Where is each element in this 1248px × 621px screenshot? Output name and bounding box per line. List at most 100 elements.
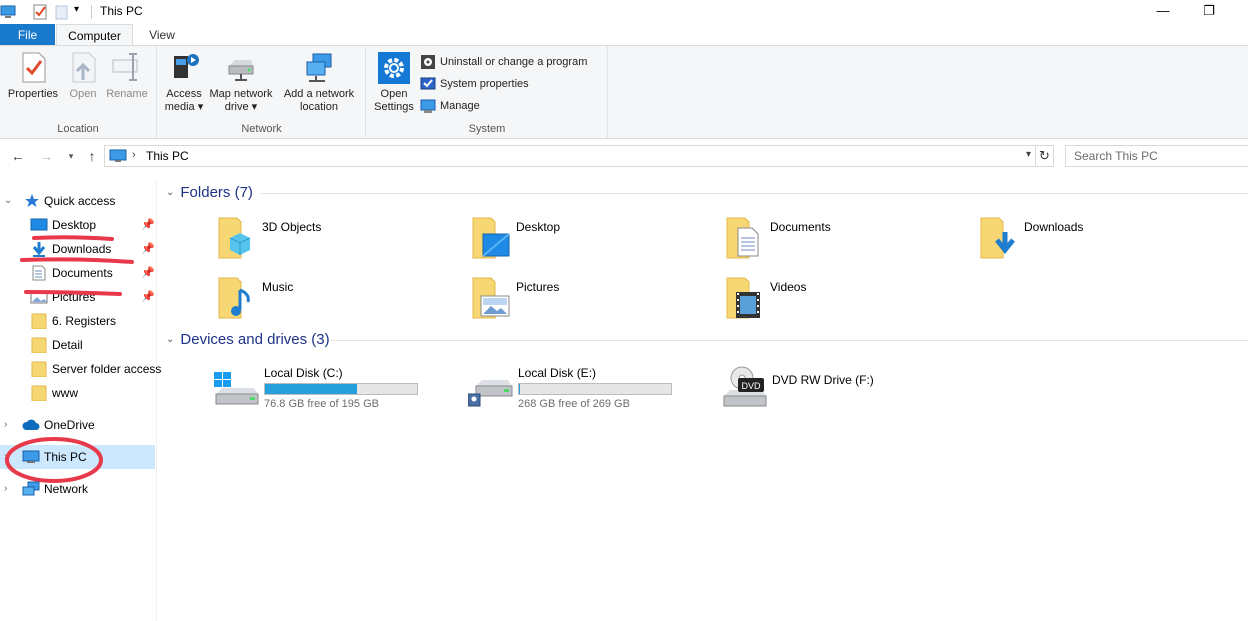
folder-downloads[interactable]: Downloads	[978, 214, 1178, 266]
folder-icon	[31, 337, 47, 353]
forward-button[interactable]: →	[36, 146, 56, 166]
pin-icon: 📌	[141, 291, 155, 303]
pictures-icon	[30, 290, 48, 304]
folder-icon	[31, 385, 47, 401]
access-media-button[interactable]: Access media ▾	[162, 50, 206, 114]
network-group-label: Network	[241, 123, 282, 135]
folder-name: Desktop	[516, 220, 561, 234]
dvd-label: DVD	[741, 381, 761, 391]
properties-icon[interactable]	[32, 3, 48, 21]
tab-file[interactable]: File	[0, 24, 55, 46]
drive-usage-fill	[265, 384, 358, 394]
sidebar-item-label: Detail	[52, 338, 83, 352]
drive-e[interactable]: Local Disk (E:) 268 GB free of 269 GB	[468, 366, 678, 418]
location-group: Properties Open Rename Location	[0, 46, 157, 138]
sidebar-item-network[interactable]: › Network	[0, 477, 155, 501]
recent-locations-button[interactable]: ▾	[61, 146, 81, 166]
address-bar[interactable]: › This PC ▾	[104, 145, 1036, 167]
drives-header-label: Devices and drives (3)	[180, 331, 330, 348]
folder-name: Music	[262, 280, 294, 294]
folder-desktop[interactable]: Desktop	[470, 214, 670, 266]
documents-icon	[726, 217, 759, 259]
chevron-right-icon[interactable]: ›	[4, 477, 7, 501]
add-location-label-1: Add a network	[283, 88, 355, 100]
open-settings-button[interactable]: Open Settings	[371, 50, 417, 114]
map-network-drive-button[interactable]: Map network drive ▾	[206, 50, 276, 114]
drives-section-header[interactable]: ⌄ Devices and drives (3)	[166, 331, 330, 351]
sidebar-item-this-pc[interactable]: › This PC	[0, 445, 155, 469]
refresh-button[interactable]: ↻	[1036, 145, 1054, 167]
folder-pictures[interactable]: Pictures	[470, 274, 670, 326]
location-group-label: Location	[57, 123, 99, 135]
sidebar-item-label: Documents	[52, 266, 113, 280]
sidebar-item-downloads[interactable]: Downloads 📌	[0, 237, 155, 261]
ribbon-tabs: File Computer View	[0, 24, 1248, 46]
pictures-icon	[472, 277, 510, 319]
drive-free-space: 268 GB free of 269 GB	[518, 398, 630, 410]
folder-music[interactable]: Music	[216, 274, 416, 326]
sidebar-item-onedrive[interactable]: › OneDrive	[0, 413, 155, 437]
sidebar-item-label: Network	[44, 482, 89, 496]
minimize-button[interactable]: —	[1152, 2, 1174, 20]
open-settings-label-1: Open	[380, 88, 408, 100]
sidebar-item-pictures[interactable]: Pictures 📌	[0, 285, 155, 309]
drive-f[interactable]: DVD DVD RW Drive (F:)	[722, 366, 932, 418]
folder-videos[interactable]: Videos	[724, 274, 924, 326]
system-group-label: System	[468, 123, 506, 135]
sidebar-item-documents[interactable]: Documents 📌	[0, 261, 155, 285]
download-arrow-icon	[32, 242, 46, 257]
uninstall-icon	[421, 55, 435, 69]
content-pane: ⌄ Folders (7) 3D Objects Desktop Document…	[160, 180, 1248, 621]
manage-icon	[420, 99, 436, 113]
manage-label: Manage	[440, 100, 480, 112]
access-media-label-1: Access	[166, 88, 202, 100]
sidebar-item-label: Desktop	[52, 218, 97, 232]
cloud-icon	[22, 419, 40, 430]
desktop-icon	[472, 217, 510, 259]
folder-3d-objects[interactable]: 3D Objects	[216, 214, 416, 266]
sidebar-item-quick-access[interactable]: ⌄ Quick access	[0, 189, 155, 213]
sidebar-item-folder[interactable]: 6. Registers	[0, 309, 155, 333]
breadcrumb-chevron-icon[interactable]: ›	[132, 149, 136, 161]
access-media-label-2: media ▾	[164, 101, 204, 113]
properties-button[interactable]: Properties	[5, 50, 61, 101]
chevron-down-icon[interactable]: ⌄	[4, 189, 12, 213]
ribbon: Properties Open Rename Location Access m…	[0, 45, 1248, 139]
customize-toolbar-icon[interactable]: ▾	[74, 4, 79, 22]
desktop-icon	[30, 218, 48, 231]
add-network-location-button[interactable]: Add a network location	[278, 50, 360, 114]
tab-computer[interactable]: Computer	[56, 24, 133, 46]
chevron-right-icon[interactable]: ›	[4, 413, 7, 437]
sidebar-item-label: Pictures	[52, 290, 96, 304]
search-input[interactable]	[1065, 145, 1248, 167]
up-button[interactable]: ↑	[82, 146, 102, 166]
folder-name: Downloads	[1024, 220, 1084, 234]
downloads-icon	[980, 217, 1015, 259]
chevron-down-icon: ⌄	[166, 187, 175, 198]
folders-section-header[interactable]: ⌄ Folders (7)	[166, 184, 253, 204]
document-icon	[32, 265, 46, 281]
sidebar-item-desktop[interactable]: Desktop 📌	[0, 213, 155, 237]
map-drive-label-2: drive ▾	[224, 101, 258, 113]
tab-view[interactable]: View	[140, 24, 184, 46]
folder-documents[interactable]: Documents	[724, 214, 924, 266]
new-folder-icon[interactable]	[55, 3, 69, 21]
open-button[interactable]: Open	[64, 50, 102, 101]
back-button[interactable]: ←	[8, 146, 28, 166]
maximize-button[interactable]: ❐	[1198, 2, 1220, 20]
chevron-down-icon[interactable]: ▾	[1026, 149, 1031, 160]
sidebar-item-folder[interactable]: Server folder access	[0, 357, 161, 381]
drive-c[interactable]: Local Disk (C:) 76.8 GB free of 195 GB	[214, 366, 424, 418]
star-icon	[25, 194, 39, 207]
rename-button[interactable]: Rename	[104, 50, 150, 101]
folder-name: Pictures	[516, 280, 560, 294]
sidebar-item-folder[interactable]: www	[0, 381, 155, 405]
sidebar-item-label: OneDrive	[44, 418, 95, 432]
window-title: This PC	[100, 4, 143, 18]
sidebar-item-folder[interactable]: Detail	[0, 333, 155, 357]
sidebar-item-label: 6. Registers	[52, 314, 117, 328]
folder-name: Videos	[770, 280, 807, 294]
chevron-right-icon[interactable]: ›	[4, 445, 7, 469]
breadcrumb-this-pc[interactable]: This PC	[146, 149, 189, 163]
pin-icon: 📌	[141, 267, 155, 279]
